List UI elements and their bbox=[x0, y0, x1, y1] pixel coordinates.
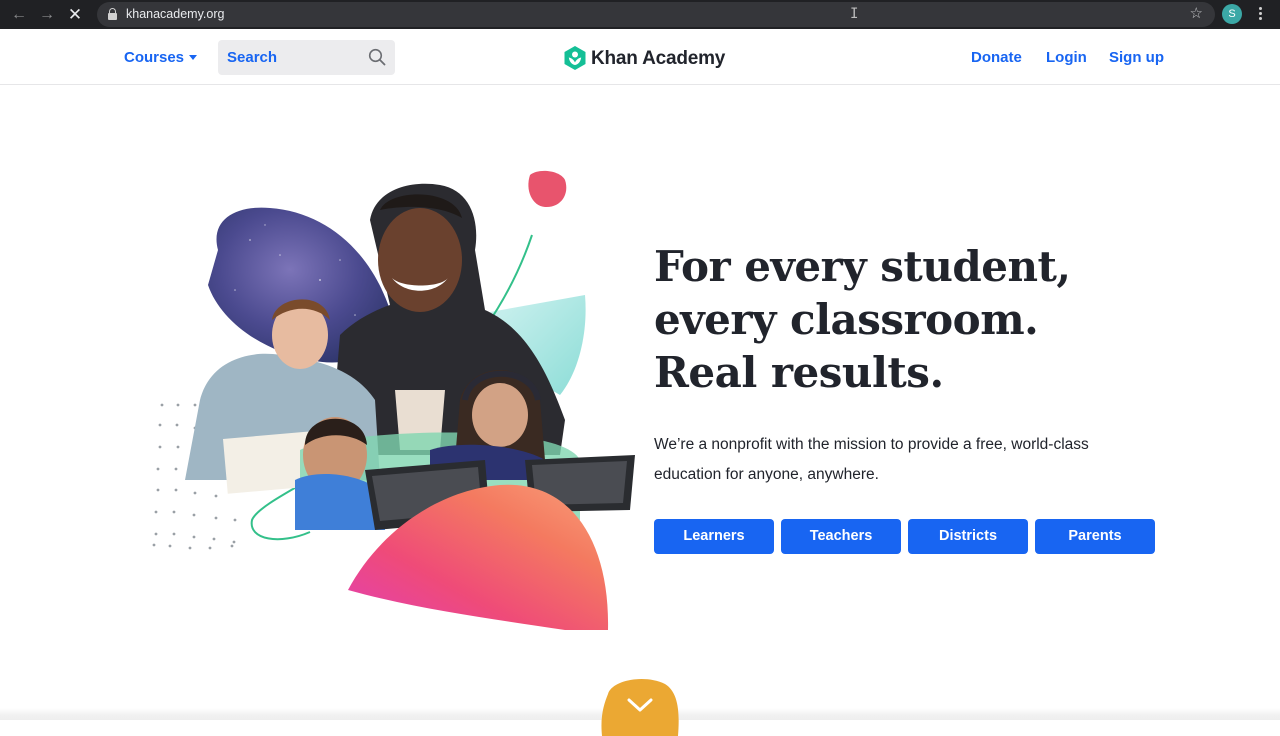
donate-link[interactable]: Donate bbox=[971, 49, 1022, 66]
hero-headline: For every student, every classroom. Real… bbox=[654, 240, 1154, 399]
text-cursor-icon: I bbox=[850, 6, 859, 22]
caret-down-icon bbox=[189, 55, 198, 60]
browser-toolbar: ← → ✕ khanacademy.org ☆ I S bbox=[0, 0, 1280, 29]
search-icon[interactable] bbox=[368, 48, 386, 66]
star-icon[interactable]: ☆ bbox=[1190, 4, 1203, 24]
headline-line-1: For every student, bbox=[654, 242, 1071, 291]
teachers-button[interactable]: Teachers bbox=[781, 519, 901, 554]
url-text[interactable]: khanacademy.org bbox=[126, 6, 224, 23]
lock-icon[interactable] bbox=[108, 8, 117, 20]
search-input[interactable]: Search bbox=[218, 40, 395, 75]
leaf-hexagon-icon bbox=[564, 46, 586, 70]
logo-text: Khan Academy bbox=[591, 48, 726, 69]
signup-link[interactable]: Sign up bbox=[1109, 49, 1164, 66]
scroll-down-button[interactable] bbox=[600, 676, 680, 736]
close-icon[interactable]: ✕ bbox=[65, 5, 85, 25]
courses-menu-button[interactable]: Courses bbox=[124, 49, 198, 66]
districts-button[interactable]: Districts bbox=[908, 519, 1028, 554]
address-bar[interactable]: khanacademy.org ☆ bbox=[97, 2, 1215, 27]
profile-avatar[interactable]: S bbox=[1222, 4, 1242, 24]
arrow-right-icon[interactable]: → bbox=[37, 5, 57, 25]
more-vertical-icon[interactable] bbox=[1257, 7, 1263, 23]
site-header: Courses Search Khan Academy Donate Login… bbox=[0, 29, 1280, 85]
courses-label: Courses bbox=[124, 49, 185, 66]
learners-button[interactable]: Learners bbox=[654, 519, 774, 554]
search-placeholder: Search bbox=[227, 49, 278, 66]
parents-button[interactable]: Parents bbox=[1035, 519, 1155, 554]
hero-tagline: We’re a nonprofit with the mission to pr… bbox=[654, 436, 1089, 483]
login-link[interactable]: Login bbox=[1046, 49, 1087, 66]
arrow-left-icon[interactable]: ← bbox=[9, 5, 29, 25]
headline-line-3: Real results. bbox=[654, 348, 944, 397]
pink-blob bbox=[528, 170, 567, 208]
hero-collage-image bbox=[152, 170, 635, 630]
headline-line-2: every classroom. bbox=[654, 295, 1039, 344]
